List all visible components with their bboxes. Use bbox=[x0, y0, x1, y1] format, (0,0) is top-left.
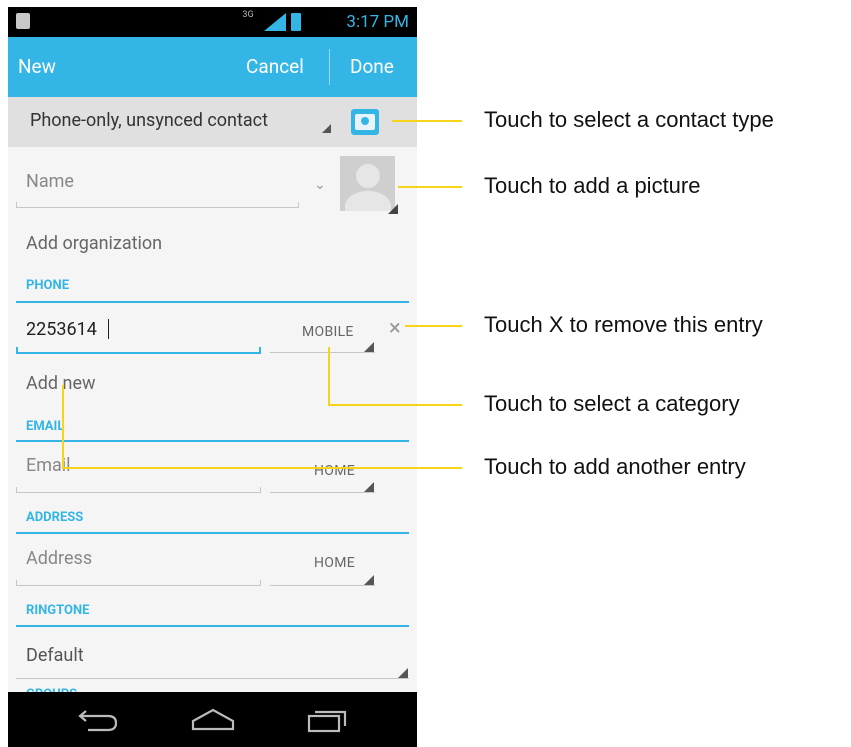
phone-category-underline bbox=[270, 352, 375, 353]
dropdown-triangle-icon bbox=[322, 124, 331, 133]
cancel-button[interactable]: Cancel bbox=[246, 55, 304, 78]
callout-add-picture: Touch to add a picture bbox=[484, 173, 701, 198]
avatar-shoulders bbox=[345, 191, 391, 211]
callout-line-add-entry-vertical bbox=[62, 385, 64, 469]
callout-line-category-vertical bbox=[328, 347, 330, 406]
callout-remove-entry: Touch X to remove this entry bbox=[484, 312, 763, 337]
address-category-triangle-icon bbox=[364, 575, 374, 585]
name-underline bbox=[16, 207, 299, 208]
address-category-spinner[interactable]: HOME bbox=[314, 555, 355, 571]
address-tick-right bbox=[260, 580, 261, 586]
address-category-underline bbox=[270, 585, 375, 586]
address-section-line bbox=[16, 532, 409, 534]
contact-type-label: Phone-only, unsynced contact bbox=[30, 110, 268, 131]
name-tick-left bbox=[16, 202, 17, 208]
ringtone-section-header: RINGTONE bbox=[26, 603, 90, 618]
action-divider bbox=[329, 49, 330, 85]
email-tick-right bbox=[260, 487, 261, 493]
back-icon[interactable] bbox=[76, 707, 120, 733]
callout-line-add-entry-horizontal bbox=[62, 467, 462, 469]
phone-underline bbox=[16, 352, 261, 354]
callout-line-contact-type bbox=[392, 120, 462, 122]
navigation-bar bbox=[8, 692, 417, 747]
contact-type-selector[interactable]: Phone-only, unsynced contact bbox=[8, 97, 417, 147]
email-section-header: EMAIL bbox=[26, 419, 65, 434]
address-input[interactable]: Address bbox=[26, 548, 92, 569]
add-new-phone-link[interactable]: Add new bbox=[26, 373, 96, 394]
clock: 3:17 PM bbox=[346, 12, 409, 32]
callout-contact-type: Touch to select a contact type bbox=[484, 107, 774, 132]
action-bar: New Cancel Done bbox=[8, 37, 417, 97]
home-icon[interactable] bbox=[190, 707, 236, 733]
signal-icon bbox=[264, 13, 286, 31]
ringtone-spinner[interactable]: Default bbox=[26, 645, 84, 666]
contact-form: Name ⌄ Add organization PHONE 2253614 MO… bbox=[8, 147, 417, 702]
email-category-underline bbox=[270, 492, 375, 493]
battery-icon bbox=[291, 13, 301, 31]
status-bar: 3G 3:17 PM bbox=[8, 7, 417, 37]
phone-tick-right bbox=[259, 347, 261, 353]
email-category-triangle-icon bbox=[364, 482, 374, 492]
address-tick-left bbox=[16, 580, 17, 586]
email-category-spinner[interactable]: HOME bbox=[314, 463, 355, 479]
page-title: New bbox=[18, 55, 56, 78]
phone-screen: 3G 3:17 PM New Cancel Done Phone-only, u… bbox=[8, 7, 417, 747]
contact-photo-button[interactable] bbox=[340, 156, 395, 211]
ringtone-triangle-icon bbox=[398, 668, 408, 678]
phone-tick-left bbox=[16, 347, 18, 353]
phone-category-spinner[interactable]: MOBILE bbox=[302, 324, 354, 340]
phone-section-line bbox=[16, 301, 409, 303]
recent-apps-icon[interactable] bbox=[306, 707, 350, 733]
callout-line-remove bbox=[405, 325, 462, 327]
photo-corner-triangle-icon bbox=[388, 204, 398, 214]
callout-line-category-horizontal bbox=[328, 404, 462, 406]
download-notification-icon bbox=[16, 13, 30, 29]
name-input[interactable]: Name bbox=[26, 171, 74, 192]
email-tick-left bbox=[16, 487, 17, 493]
email-section-line bbox=[16, 440, 409, 442]
ringtone-underline bbox=[16, 678, 409, 679]
address-underline bbox=[16, 585, 261, 586]
callout-add-entry: Touch to add another entry bbox=[484, 454, 746, 479]
network-type-label: 3G bbox=[242, 10, 254, 20]
done-button[interactable]: Done bbox=[350, 55, 394, 78]
text-cursor bbox=[108, 319, 109, 339]
avatar-head bbox=[356, 164, 380, 188]
address-section-header: ADDRESS bbox=[26, 510, 84, 525]
chevron-down-icon[interactable]: ⌄ bbox=[314, 177, 326, 193]
phone-category-triangle-icon bbox=[364, 342, 374, 352]
add-organization-link[interactable]: Add organization bbox=[26, 233, 162, 254]
phone-input[interactable]: 2253614 bbox=[26, 319, 97, 340]
email-underline bbox=[16, 492, 261, 493]
ringtone-section-line bbox=[16, 625, 409, 627]
callout-select-category: Touch to select a category bbox=[484, 391, 740, 416]
phone-section-header: PHONE bbox=[26, 278, 70, 293]
callout-line-picture bbox=[398, 186, 462, 188]
contact-card-icon bbox=[351, 109, 379, 135]
name-tick-right bbox=[298, 202, 299, 208]
remove-entry-icon[interactable]: × bbox=[389, 316, 401, 341]
